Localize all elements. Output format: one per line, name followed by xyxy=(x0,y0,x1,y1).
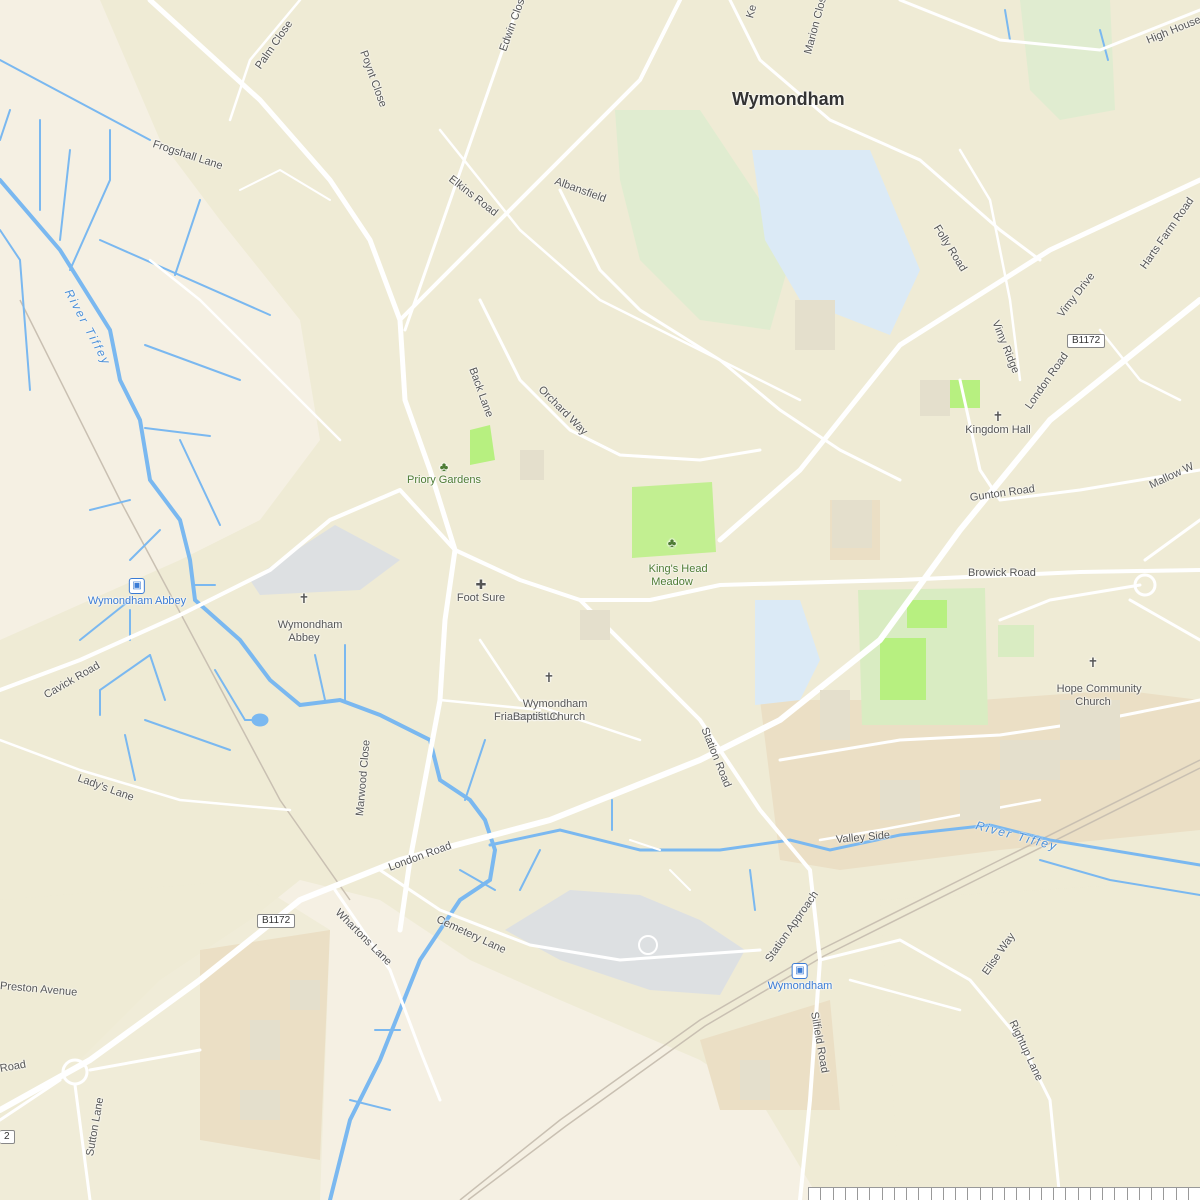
scale-bar xyxy=(808,1187,1200,1200)
pitch-1 xyxy=(880,638,926,700)
green-hope xyxy=(998,625,1034,657)
poi-hope-community-church[interactable]: ✝ Hope Community Church xyxy=(1044,630,1142,722)
poi-kings-head-meadow[interactable]: ♣ King's Head Meadow xyxy=(636,510,708,602)
poi-kingdom-hall[interactable]: ✝ Kingdom Hall xyxy=(965,410,1030,437)
poi-label: Kingdom Hall xyxy=(965,424,1031,436)
poi-foot-sure[interactable]: ✚ Foot Sure xyxy=(457,578,505,605)
poi-label: Wymondham Abbey xyxy=(277,619,343,644)
church-icon: ✝ xyxy=(992,409,1004,424)
pitch-2 xyxy=(907,600,947,628)
church-icon: ✝ xyxy=(1087,655,1099,670)
poi-label: Foot Sure xyxy=(456,592,506,604)
poi-label: Hope Community Church xyxy=(1056,683,1142,708)
tree-icon: ♣ xyxy=(667,535,677,550)
route-shield-edge: 2 xyxy=(0,1130,15,1144)
urban-area-se xyxy=(880,880,1200,1200)
train-station-icon: ▣ xyxy=(129,578,145,594)
route-shield-b1172-ne: B1172 xyxy=(1067,334,1106,348)
church-icon: ✝ xyxy=(543,670,555,685)
poi-label: Priory Gardens xyxy=(407,474,481,486)
medical-cross-icon: ✚ xyxy=(475,577,487,592)
church-icon: ✝ xyxy=(298,591,310,606)
poi-label: Wymondham Baptist Church xyxy=(512,698,588,723)
poi-station-wymondham[interactable]: ▣ Wymondham xyxy=(767,962,833,993)
poi-label: Wymondham xyxy=(767,980,833,992)
map-canvas[interactable]: Wymondham Palm Close Poynt Close Edwin C… xyxy=(0,0,1200,1200)
poi-label: King's Head Meadow xyxy=(648,563,708,588)
route-shield-b1172-sw: B1172 xyxy=(257,914,296,928)
poi-baptist-church[interactable]: ✝ Wymondham Baptist Church xyxy=(511,645,588,737)
poi-wymondham-abbey[interactable]: ✝ Wymondham Abbey xyxy=(266,566,343,658)
road-label-browick-road: Browick Road xyxy=(968,567,1036,579)
poi-label: Wymondham Abbey xyxy=(87,595,187,607)
poi-station-wymondham-abbey[interactable]: ▣ Wymondham Abbey xyxy=(88,577,186,608)
town-label: Wymondham xyxy=(732,89,845,109)
tree-icon: ♣ xyxy=(439,459,449,474)
poi-priory-gardens[interactable]: ♣ Priory Gardens xyxy=(407,460,481,487)
train-station-icon: ▣ xyxy=(791,963,808,979)
